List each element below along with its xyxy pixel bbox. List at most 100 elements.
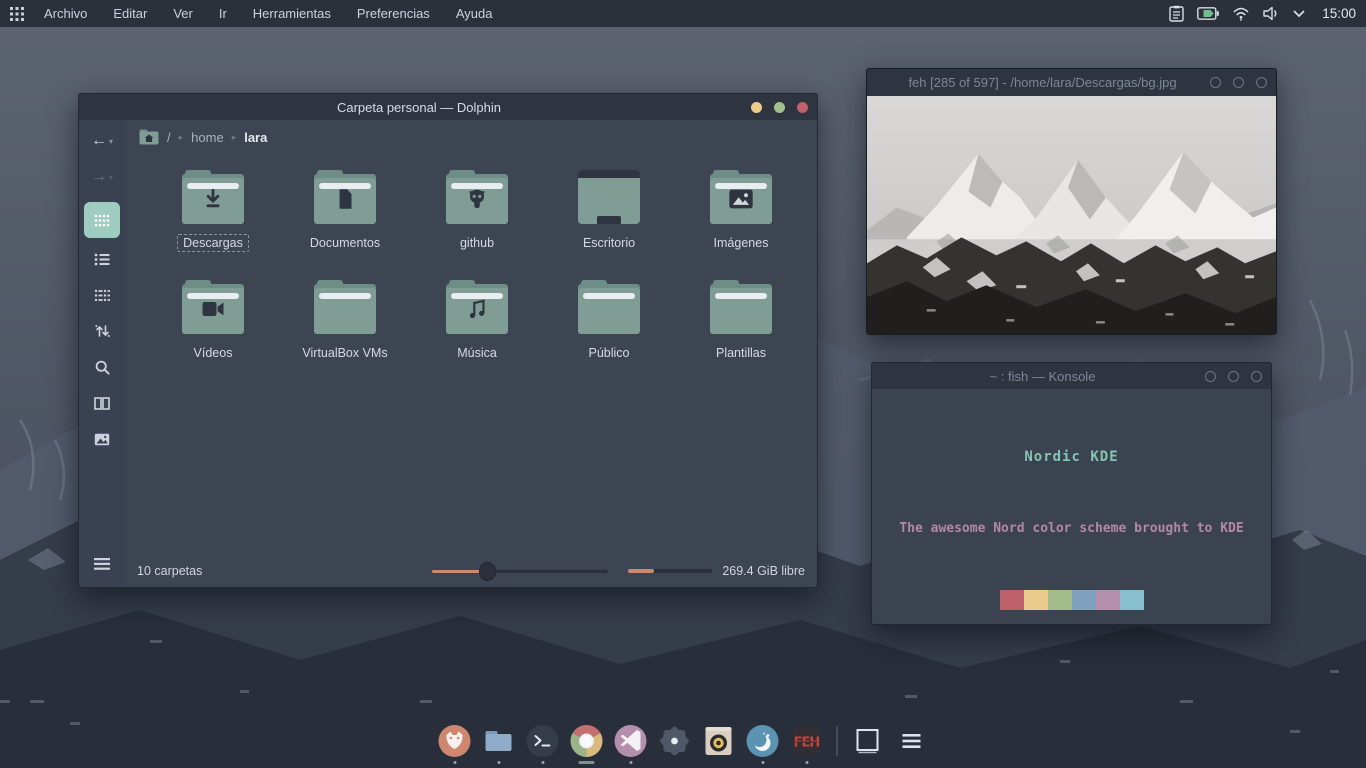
dock-feh[interactable]: FEH [789,724,825,764]
folder-label: Escritorio [577,234,641,252]
desktop-folder-icon [578,170,640,224]
nord-color-palette [1000,590,1144,610]
breadcrumb-separator-icon: ▸ [232,132,237,143]
minimize-button[interactable] [1210,77,1221,88]
maximize-button[interactable] [1233,77,1244,88]
zoom-slider-empty-track [488,570,608,573]
menu-ir[interactable]: Ir [219,6,227,21]
dock-chromium[interactable] [569,724,605,764]
folder-item-imagenes[interactable]: Imágenes [675,164,807,274]
dock-night-app[interactable] [745,724,781,764]
dock-firefox[interactable] [437,724,473,764]
dock-show-desktop[interactable] [850,724,886,764]
konsole-window: ~ : fish — Konsole Nordic KDE The awesom… [871,362,1272,625]
folder-icon [180,170,246,224]
chevron-down-icon[interactable] [1293,10,1305,18]
home-folder-icon[interactable] [139,129,159,145]
menu-preferencias[interactable]: Preferencias [357,6,430,21]
folder-item-escritorio[interactable]: Escritorio [543,164,675,274]
folder-item-github[interactable]: github [411,164,543,274]
dolphin-title: Carpeta personal — Dolphin [79,100,817,115]
dock-terminal[interactable] [525,724,561,764]
details-view-button[interactable] [84,244,120,274]
menu-ver[interactable]: Ver [173,6,193,21]
show-desktop-icon [851,724,885,758]
dolphin-menu-button[interactable] [84,549,120,579]
folder-label: Imágenes [708,234,775,252]
running-indicator [497,761,500,764]
terminal-output[interactable]: Nordic KDE The awesome Nord color scheme… [872,389,1271,624]
folder-item-musica[interactable]: Música [411,274,543,384]
running-indicator [761,761,764,764]
preview-button[interactable] [84,424,120,454]
folders-count: 10 carpetas [137,564,202,578]
maximize-button[interactable] [774,102,785,113]
folder-item-publico[interactable]: Público [543,274,675,384]
wifi-icon[interactable] [1232,6,1250,21]
breadcrumb-root[interactable]: / [167,130,171,145]
maximize-button[interactable] [1228,371,1239,382]
zoom-slider-knob[interactable] [479,562,496,581]
menu-editar[interactable]: Editar [113,6,147,21]
battery-icon[interactable] [1197,7,1219,20]
folder-item-videos[interactable]: Vídeos [147,274,279,384]
active-indicator [579,761,595,764]
folder-grid: Descargas Documentos [125,154,817,555]
app-launcher-button[interactable] [0,0,34,27]
folder-item-virtualbox[interactable]: VirtualBox VMs [279,274,411,384]
konsole-titlebar[interactable]: ~ : fish — Konsole [872,363,1271,389]
back-button[interactable]: ←▾ [84,126,120,156]
compact-view-button[interactable] [84,280,120,310]
running-indicator [629,761,632,764]
close-button[interactable] [1251,371,1262,382]
dock-music-player[interactable] [701,724,737,764]
feh-photo-mountains [867,96,1276,334]
folder-item-plantillas[interactable]: Plantillas [675,274,807,384]
menu-archivo[interactable]: Archivo [44,6,87,21]
github-emblem-icon [464,186,490,212]
close-button[interactable] [797,102,808,113]
zoom-slider[interactable] [432,561,608,581]
dock-vscode[interactable] [613,724,649,764]
forward-button[interactable]: →▾ [84,162,120,192]
minimize-button[interactable] [1205,371,1216,382]
dolphin-titlebar[interactable]: Carpeta personal — Dolphin [79,94,817,120]
folder-icon [444,280,510,334]
dock: FEH [437,724,930,764]
palette-swatch-purple [1096,590,1120,610]
folder-icon [312,170,378,224]
clipboard-icon[interactable] [1169,5,1184,22]
folder-label: github [454,234,500,252]
preview-image-icon [94,433,110,446]
dock-menu[interactable] [894,724,930,764]
dolphin-statusbar: 10 carpetas 269.4 GiB libre [125,555,817,587]
system-tray: 15:00 [1169,0,1360,27]
folder-icon [444,170,510,224]
konsole-window-buttons [1205,363,1262,389]
breadcrumb: / ▸ home ▸ lara [125,120,817,154]
close-button[interactable] [1256,77,1267,88]
feh-titlebar[interactable]: feh [285 of 597] - /home/lara/Descargas/… [867,69,1276,96]
crescent-moon-icon [746,724,780,758]
disk-capacity-bar [628,569,712,573]
vscode-icon [614,724,648,758]
dolphin-window: Carpeta personal — Dolphin ←▾ →▾ [78,93,818,588]
sort-button[interactable] [84,316,120,346]
dock-file-manager[interactable] [481,724,517,764]
minimize-button[interactable] [751,102,762,113]
search-button[interactable] [84,352,120,382]
folder-label: Vídeos [188,344,239,362]
icons-view-button[interactable] [84,202,120,238]
menu-ayuda[interactable]: Ayuda [456,6,493,21]
breadcrumb-home[interactable]: home [191,130,224,145]
folder-item-descargas[interactable]: Descargas [147,164,279,274]
back-dropdown-caret-icon: ▾ [109,137,113,146]
terminal-icon [526,724,560,758]
breadcrumb-current[interactable]: lara [244,130,267,145]
dock-settings[interactable] [657,724,693,764]
folder-item-documentos[interactable]: Documentos [279,164,411,274]
volume-icon[interactable] [1263,6,1280,21]
indicator-empty [673,761,676,764]
split-view-button[interactable] [84,388,120,418]
menu-herramientas[interactable]: Herramientas [253,6,331,21]
